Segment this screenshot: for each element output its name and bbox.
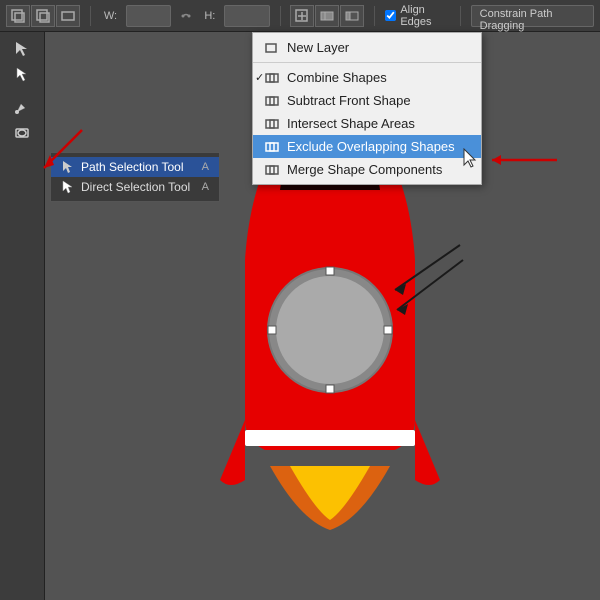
path-op-new[interactable] [290,5,314,27]
cursor [462,148,478,171]
toolbar-arrow-left [32,125,87,183]
width-label: W: [101,10,120,22]
intersect-label: Intersect Shape Areas [287,116,469,131]
exclude-icon [265,140,279,154]
tool-direct-select[interactable] [0,62,44,88]
direct-selection-label: Direct Selection Tool [81,180,190,194]
menu-item-new-layer[interactable]: New Layer [253,36,481,59]
menu-item-merge[interactable]: Merge Shape Components [253,158,481,181]
path-op-subtract[interactable] [340,5,364,27]
constrain-path-button[interactable]: Constrain Path Dragging [471,5,594,27]
menu-separator [253,62,481,63]
toolbar-separator-2 [280,6,281,26]
toolbar-icon-2[interactable] [31,5,55,27]
tool-pen[interactable] [0,94,44,120]
menu-item-subtract[interactable]: Subtract Front Shape [253,89,481,112]
align-edges-label: Align Edges [400,4,449,28]
menu-item-combine[interactable]: Combine Shapes [253,66,481,89]
toolbar-icon-1[interactable] [6,5,30,27]
path-operation-icons [290,5,364,27]
width-input[interactable] [126,5,171,27]
new-layer-label: New Layer [287,40,469,55]
combine-icon [265,71,279,85]
toolbar-separator-3 [374,6,375,26]
toolbar-separator-1 [90,6,91,26]
rocket-arrow-2 [375,255,470,328]
toolbar-icon-3[interactable] [56,5,80,27]
menu-item-intersect[interactable]: Intersect Shape Areas [253,112,481,135]
top-toolbar: W: H: [0,0,600,32]
left-tool-panel [0,32,45,600]
subtract-icon [265,94,279,108]
exclude-label: Exclude Overlapping Shapes [287,139,469,154]
menu-arrow-right [487,150,567,173]
link-icon [179,9,193,23]
toolbar-separator-4 [460,6,461,26]
new-layer-icon [265,41,279,55]
height-input[interactable] [224,5,269,27]
menu-item-exclude[interactable]: Exclude Overlapping Shapes [253,135,481,158]
height-label: H: [201,10,218,22]
direct-selection-shortcut: A [202,181,209,193]
align-edges-group: Align Edges [385,4,449,28]
combine-label: Combine Shapes [287,70,469,85]
path-selection-shortcut: A [202,161,209,173]
intersect-icon [265,117,279,131]
path-selection-label: Path Selection Tool [81,160,184,174]
tool-arrow[interactable] [0,36,44,62]
subtract-label: Subtract Front Shape [287,93,469,108]
merge-label: Merge Shape Components [287,162,469,177]
dropdown-menu: New Layer Combine Shapes Subtract Front … [252,32,482,185]
align-edges-checkbox[interactable] [385,10,396,21]
toolbar-shape-icons [6,5,80,27]
merge-icon [265,163,279,177]
path-op-combine[interactable] [315,5,339,27]
